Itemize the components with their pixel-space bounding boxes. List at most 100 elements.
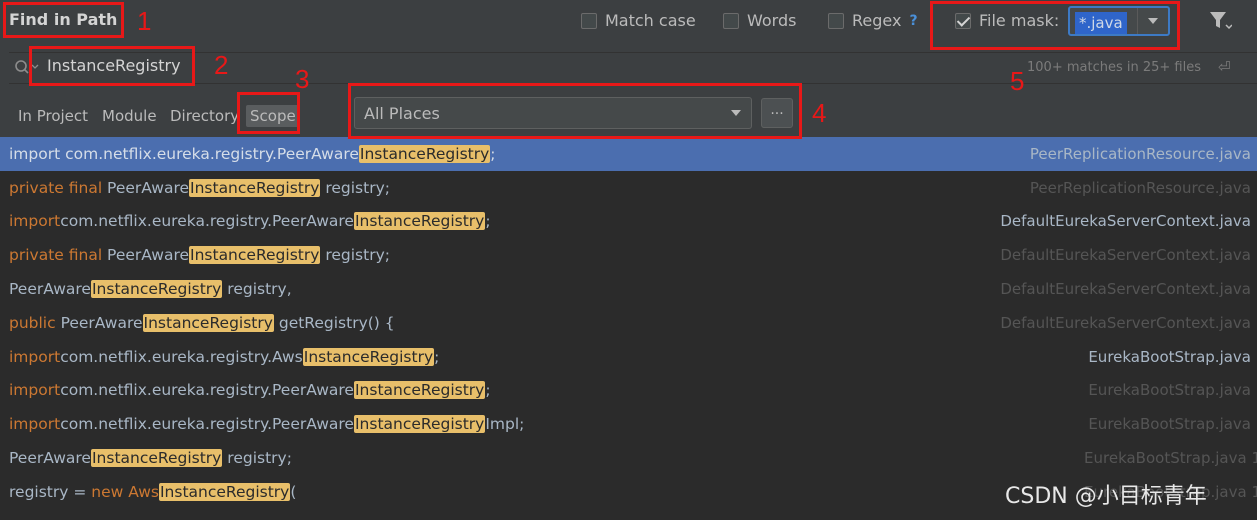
words-label: Words bbox=[747, 11, 797, 30]
match-case-option[interactable]: Match case bbox=[581, 11, 696, 30]
code-text: ; bbox=[434, 347, 440, 366]
result-code: importcom.netflix.eureka.registry.PeerAw… bbox=[9, 415, 525, 434]
annotation-box-4 bbox=[348, 83, 802, 139]
annotation-box-5 bbox=[930, 1, 1180, 50]
tab-module[interactable]: Module bbox=[102, 107, 157, 125]
code-text: PeerAware bbox=[55, 313, 143, 332]
code-text: ( bbox=[290, 482, 297, 501]
result-code: importcom.netflix.eureka.registry.AwsIns… bbox=[9, 347, 440, 366]
result-code: private final PeerAwareInstanceRegistry … bbox=[9, 246, 390, 265]
words-checkbox[interactable] bbox=[723, 12, 739, 29]
result-code: importcom.netflix.eureka.registry.PeerAw… bbox=[9, 212, 491, 231]
code-text: com.netflix.eureka.registry.PeerAware bbox=[60, 212, 354, 231]
result-file-name: EurekaBootStrap.java bbox=[1088, 415, 1251, 434]
result-row[interactable]: importcom.netflix.eureka.registry.PeerAw… bbox=[0, 374, 1257, 408]
match-highlight: InstanceRegistry bbox=[353, 381, 486, 400]
code-text: com.netflix.eureka.registry.Aws bbox=[60, 347, 303, 366]
match-highlight: InstanceRegistry bbox=[90, 449, 223, 468]
code-text: registry; bbox=[222, 449, 292, 468]
result-row[interactable]: public PeerAwareInstanceRegistry getRegi… bbox=[0, 306, 1257, 340]
annotation-label-4: 4 bbox=[812, 98, 827, 128]
regex-help-icon[interactable]: ? bbox=[909, 13, 917, 29]
filter-icon[interactable] bbox=[1208, 9, 1232, 31]
result-code: registry = new AwsInstanceRegistry( bbox=[9, 482, 297, 501]
result-code: private final PeerAwareInstanceRegistry … bbox=[9, 178, 390, 197]
annotation-label-1: 1 bbox=[137, 6, 152, 36]
code-text: ; bbox=[485, 212, 491, 231]
code-text: Impl; bbox=[485, 415, 525, 434]
result-file-name: EurekaBootStrap.java 1 bbox=[1084, 449, 1257, 468]
match-case-label: Match case bbox=[605, 11, 696, 30]
match-highlight: InstanceRegistry bbox=[189, 246, 321, 265]
result-file-name: EurekaBootStrap.java bbox=[1088, 381, 1251, 400]
match-highlight: InstanceRegistry bbox=[358, 144, 491, 163]
result-code: public PeerAwareInstanceRegistry getRegi… bbox=[9, 313, 395, 332]
code-keyword: public bbox=[9, 313, 56, 332]
code-text: ; bbox=[490, 144, 496, 163]
watermark: CSDN @小目标青年 bbox=[1005, 484, 1207, 509]
enter-icon: ⏎ bbox=[1218, 58, 1231, 76]
match-highlight: InstanceRegistry bbox=[302, 347, 435, 366]
result-code: import com.netflix.eureka.registry.PeerA… bbox=[9, 144, 496, 163]
tab-directory[interactable]: Directory bbox=[170, 107, 239, 125]
match-highlight: InstanceRegistry bbox=[353, 212, 486, 231]
result-file-name: EurekaBootStrap.java bbox=[1088, 347, 1251, 366]
code-keyword: private final bbox=[9, 246, 103, 265]
result-row[interactable]: importcom.netflix.eureka.registry.AwsIns… bbox=[0, 340, 1257, 374]
code-text: ; bbox=[485, 381, 491, 400]
annotation-label-5: 5 bbox=[1010, 66, 1025, 96]
code-text: registry, bbox=[222, 280, 292, 299]
result-code: PeerAwareInstanceRegistry registry; bbox=[9, 449, 292, 468]
result-row[interactable]: private final PeerAwareInstanceRegistry … bbox=[0, 171, 1257, 205]
result-file-name: DefaultEurekaServerContext.java bbox=[1000, 246, 1251, 265]
result-row[interactable]: private final PeerAwareInstanceRegistry … bbox=[0, 238, 1257, 272]
code-text: PeerAware bbox=[9, 449, 91, 468]
result-file-name: PeerReplicationResource.java bbox=[1029, 178, 1251, 197]
result-code: importcom.netflix.eureka.registry.PeerAw… bbox=[9, 381, 491, 400]
tab-in-project[interactable]: In Project bbox=[18, 107, 88, 125]
code-text: registry = bbox=[9, 482, 92, 501]
code-keyword: import bbox=[9, 381, 61, 400]
result-file-name: DefaultEurekaServerContext.java bbox=[1000, 212, 1251, 231]
result-row[interactable]: PeerAwareInstanceRegistry registry, Defau… bbox=[0, 272, 1257, 306]
code-text: registry; bbox=[320, 178, 390, 197]
results-list: import com.netflix.eureka.registry.PeerA… bbox=[0, 137, 1257, 520]
annotation-box-1 bbox=[3, 2, 124, 38]
code-keyword: import bbox=[9, 415, 61, 434]
code-keyword: private final bbox=[9, 178, 103, 197]
code-text: import com.netflix.eureka.registry.PeerA… bbox=[9, 144, 359, 163]
regex-checkbox[interactable] bbox=[828, 12, 844, 29]
code-text: getRegistry() { bbox=[273, 313, 395, 332]
match-highlight: InstanceRegistry bbox=[158, 482, 291, 501]
match-count: 100+ matches in 25+ files bbox=[1027, 60, 1201, 75]
annotation-box-2 bbox=[29, 46, 195, 86]
match-highlight: InstanceRegistry bbox=[189, 178, 321, 197]
match-highlight: InstanceRegistry bbox=[142, 313, 274, 332]
match-highlight: InstanceRegistry bbox=[90, 280, 223, 299]
annotation-label-2: 2 bbox=[214, 50, 229, 80]
code-keyword: import bbox=[9, 347, 61, 366]
result-row[interactable]: importcom.netflix.eureka.registry.PeerAw… bbox=[0, 407, 1257, 441]
match-case-checkbox[interactable] bbox=[581, 12, 597, 29]
annotation-label-3: 3 bbox=[295, 64, 310, 94]
result-row[interactable]: PeerAwareInstanceRegistry registry; Eurek… bbox=[0, 441, 1257, 475]
code-text: PeerAware bbox=[102, 246, 190, 265]
regex-label: Regex bbox=[852, 11, 902, 30]
result-file-name: DefaultEurekaServerContext.java bbox=[1000, 280, 1251, 299]
code-text: PeerAware bbox=[9, 280, 91, 299]
code-keyword: import bbox=[9, 212, 61, 231]
result-row[interactable]: importcom.netflix.eureka.registry.PeerAw… bbox=[0, 205, 1257, 239]
result-file-name: PeerReplicationResource.java bbox=[1029, 144, 1251, 163]
match-highlight: InstanceRegistry bbox=[353, 415, 486, 434]
regex-option[interactable]: Regex ? bbox=[828, 11, 918, 30]
result-file-name: DefaultEurekaServerContext.java bbox=[1000, 313, 1251, 332]
result-row[interactable]: import com.netflix.eureka.registry.PeerA… bbox=[0, 137, 1257, 171]
code-text: com.netflix.eureka.registry.PeerAware bbox=[60, 415, 354, 434]
code-text: com.netflix.eureka.registry.PeerAware bbox=[60, 381, 354, 400]
words-option[interactable]: Words bbox=[723, 11, 796, 30]
annotation-box-3 bbox=[237, 92, 300, 134]
result-code: PeerAwareInstanceRegistry registry, bbox=[9, 280, 292, 299]
code-keyword: new Aws bbox=[91, 482, 159, 501]
code-text: registry; bbox=[320, 246, 390, 265]
code-text: PeerAware bbox=[102, 178, 190, 197]
